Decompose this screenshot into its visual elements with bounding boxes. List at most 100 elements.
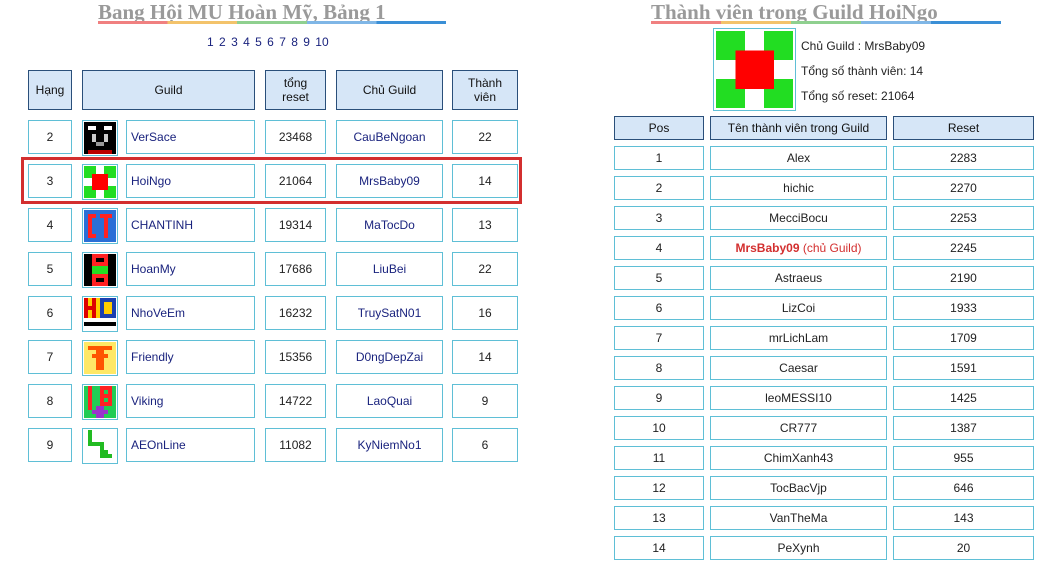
guild-member-count: 22 — [478, 262, 492, 276]
guild-members-cell: 9 — [452, 384, 518, 418]
guild-name-link[interactable]: HoanMy — [131, 262, 176, 276]
guild-master-link[interactable]: MaTocDo — [364, 218, 415, 232]
page-link-9[interactable]: 9 — [303, 35, 310, 49]
member-reset: 1709 — [950, 331, 977, 345]
guild-master-cell[interactable]: LaoQuai — [336, 384, 443, 418]
header-rank: Hạng — [28, 70, 72, 110]
selected-guild-highlight — [21, 157, 522, 204]
guild-logo-box — [82, 208, 118, 244]
member-name: TocBacVjp — [770, 481, 827, 495]
guild-member-count: 6 — [481, 438, 489, 452]
versace-logo-icon — [84, 122, 116, 154]
guild-name-link[interactable]: NhoVeEm — [131, 306, 185, 320]
member-name: MecciBocu — [769, 211, 828, 225]
guild-rank: 2 — [46, 130, 54, 144]
page-link-2[interactable]: 2 — [219, 35, 226, 49]
page-link-7[interactable]: 7 — [279, 35, 286, 49]
member-pos-cell: 5 — [614, 266, 704, 290]
guild-name-cell[interactable]: AEOnLine — [126, 428, 255, 462]
guild-master-cell[interactable]: D0ngDepZai — [336, 340, 443, 374]
guild-rank-cell: 9 — [28, 428, 72, 462]
guild-master-cell[interactable]: MaTocDo — [336, 208, 443, 242]
guild-rank: 7 — [46, 350, 54, 364]
guild-master-link[interactable]: CauBeNgoan — [353, 130, 425, 144]
page-link-1[interactable]: 1 — [207, 35, 214, 49]
member-reset-cell: 143 — [893, 506, 1034, 530]
member-pos: 14 — [652, 541, 666, 555]
guild-members-cell: 14 — [452, 340, 518, 374]
guild-name-link[interactable]: Friendly — [131, 350, 174, 364]
member-pos: 4 — [655, 241, 663, 255]
member-name-cell: MrsBaby09 (chủ Guild) — [710, 236, 887, 260]
guild-master-cell[interactable]: LiuBei — [336, 252, 443, 286]
member-reset: 1933 — [950, 301, 977, 315]
guild-members-cell: 22 — [452, 252, 518, 286]
guild-name-cell[interactable]: CHANTINH — [126, 208, 255, 242]
guild-name-link[interactable]: VerSace — [131, 130, 176, 144]
guild-master-cell[interactable]: CauBeNgoan — [336, 120, 443, 154]
guild-master-link[interactable]: LiuBei — [373, 262, 406, 276]
guild-reset-cell: 14722 — [265, 384, 326, 418]
guild-name-link[interactable]: AEOnLine — [131, 438, 186, 452]
member-reset-cell: 955 — [893, 446, 1034, 470]
guild-name-cell[interactable]: NhoVeEm — [126, 296, 255, 330]
member-name-cell: leoMESSI10 — [710, 386, 887, 410]
friendly-logo-icon — [84, 342, 116, 374]
member-name: LizCoi — [781, 301, 816, 315]
guild-master-link[interactable]: TruySatN01 — [358, 306, 422, 320]
guild-reset-cell: 17686 — [265, 252, 326, 286]
guild-rank-cell: 5 — [28, 252, 72, 286]
member-pos: 1 — [655, 151, 663, 165]
guild-member-count: 14 — [478, 350, 492, 364]
guild-members-cell: 16 — [452, 296, 518, 330]
guild-member-count: 22 — [478, 130, 492, 144]
header-guild-master: Chủ Guild — [336, 70, 443, 110]
hoingo-large-logo-icon — [716, 31, 793, 108]
guild-reset-cell: 15356 — [265, 340, 326, 374]
member-name-cell: Astraeus — [710, 266, 887, 290]
guild-logo-box — [82, 428, 118, 464]
guild-name-cell[interactable]: Friendly — [126, 340, 255, 374]
guild-name-cell[interactable]: Viking — [126, 384, 255, 418]
page-link-10[interactable]: 10 — [315, 35, 328, 49]
member-reset-cell: 2245 — [893, 236, 1034, 260]
page-link-8[interactable]: 8 — [291, 35, 298, 49]
guild-rank: 9 — [46, 438, 54, 452]
header-pos: Pos — [614, 116, 704, 140]
member-pos-cell: 14 — [614, 536, 704, 560]
guild-name-cell[interactable]: HoanMy — [126, 252, 255, 286]
page-link-4[interactable]: 4 — [243, 35, 250, 49]
page-link-6[interactable]: 6 — [267, 35, 274, 49]
member-pos: 12 — [652, 481, 666, 495]
member-name-cell: TocBacVjp — [710, 476, 887, 500]
member-pos-cell: 11 — [614, 446, 704, 470]
guild-master-link[interactable]: LaoQuai — [367, 394, 412, 408]
guild-total-reset: 16232 — [278, 306, 313, 320]
member-reset: 2245 — [950, 241, 977, 255]
member-reset-cell: 2190 — [893, 266, 1034, 290]
member-reset-cell: 2270 — [893, 176, 1034, 200]
guild-total-reset: 23468 — [278, 130, 313, 144]
guild-members-cell: 13 — [452, 208, 518, 242]
guild-master-cell[interactable]: KyNiemNo1 — [336, 428, 443, 462]
page-link-5[interactable]: 5 — [255, 35, 262, 49]
member-name: Alex — [786, 151, 811, 165]
total-reset-info: Tổng số reset: 21064 — [801, 89, 915, 103]
guild-rank: 4 — [46, 218, 54, 232]
member-pos-cell: 9 — [614, 386, 704, 410]
member-name-cell: Alex — [710, 146, 887, 170]
header-reset: Reset — [893, 116, 1034, 140]
member-name: CR777 — [779, 421, 818, 435]
guild-logo-box — [82, 296, 118, 332]
guild-name-link[interactable]: CHANTINH — [131, 218, 193, 232]
guild-master-cell[interactable]: TruySatN01 — [336, 296, 443, 330]
page-link-3[interactable]: 3 — [231, 35, 238, 49]
member-reset-cell: 20 — [893, 536, 1034, 560]
guild-name-cell[interactable]: VerSace — [126, 120, 255, 154]
guild-master-link[interactable]: KyNiemNo1 — [357, 438, 421, 452]
guild-name-link[interactable]: Viking — [131, 394, 163, 408]
member-reset: 143 — [953, 511, 974, 525]
member-name-cell: Caesar — [710, 356, 887, 380]
guild-master-link[interactable]: D0ngDepZai — [356, 350, 423, 364]
member-reset: 2283 — [950, 151, 977, 165]
